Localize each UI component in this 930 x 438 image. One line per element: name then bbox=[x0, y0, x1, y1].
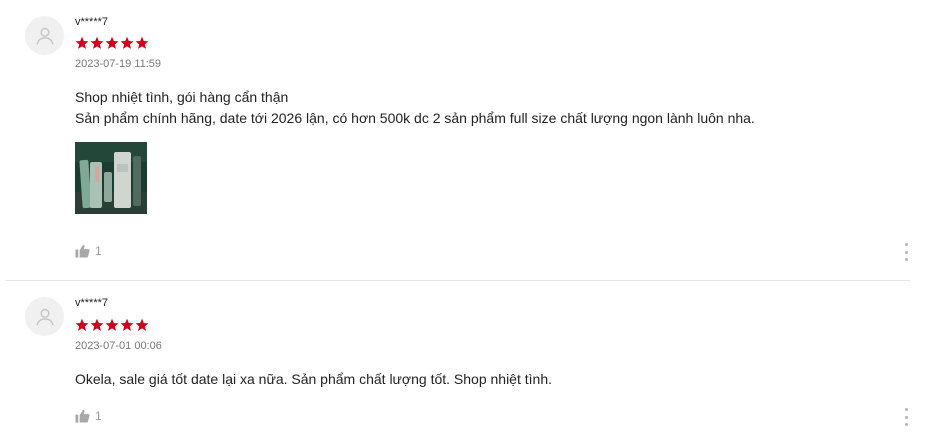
like-count: 1 bbox=[95, 409, 102, 423]
thumbs-up-icon bbox=[75, 409, 90, 423]
review-comment: Okela, sale giá tốt date lại xa nữa. Sản… bbox=[75, 369, 552, 390]
review-timestamp: 2023-07-19 11:59 bbox=[75, 58, 162, 70]
reviewer-username[interactable]: v*****7 bbox=[75, 16, 108, 28]
rating-stars bbox=[75, 318, 149, 332]
like-button[interactable]: 1 bbox=[75, 244, 102, 258]
star-icon bbox=[75, 36, 89, 49]
thumbs-up-icon bbox=[75, 244, 90, 258]
comment-line: Shop nhiệt tình, gói hàng cẩn thận bbox=[75, 89, 289, 105]
review-item-2: v*****7 2023-07-01 00:06 Okela, sale giá… bbox=[0, 281, 930, 438]
rating-stars bbox=[75, 36, 149, 50]
review-photo[interactable] bbox=[75, 142, 147, 214]
star-icon bbox=[90, 36, 104, 49]
review-comment: Shop nhiệt tình, gói hàng cẩn thận Sản p… bbox=[75, 87, 755, 129]
comment-line: Sản phẩm chính hãng, date tới 2026 lận, … bbox=[75, 110, 755, 126]
reviewer-username[interactable]: v*****7 bbox=[75, 297, 108, 309]
star-icon bbox=[120, 318, 134, 331]
user-avatar-icon[interactable] bbox=[25, 16, 64, 55]
star-icon bbox=[90, 318, 104, 331]
comment-line: Okela, sale giá tốt date lại xa nữa. Sản… bbox=[75, 371, 552, 387]
star-icon bbox=[105, 36, 119, 49]
review-timestamp: 2023-07-01 00:06 bbox=[75, 340, 162, 352]
review-item-1: v*****7 2023-07-19 11:59 Shop nhiệt tình… bbox=[0, 0, 930, 280]
star-icon bbox=[120, 36, 134, 49]
product-photo-image bbox=[75, 142, 147, 214]
like-button[interactable]: 1 bbox=[75, 409, 102, 423]
more-vertical-icon[interactable] bbox=[901, 243, 911, 261]
star-icon bbox=[135, 318, 149, 331]
more-vertical-icon[interactable] bbox=[901, 408, 911, 426]
star-icon bbox=[135, 36, 149, 49]
like-count: 1 bbox=[95, 244, 102, 258]
star-icon bbox=[105, 318, 119, 331]
user-avatar-icon[interactable] bbox=[25, 297, 64, 336]
star-icon bbox=[75, 318, 89, 331]
